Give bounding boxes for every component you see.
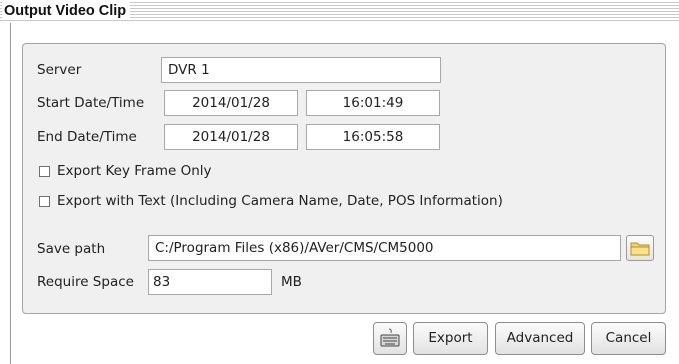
require-space-unit: MB [281, 274, 302, 290]
export-with-text-checkbox[interactable] [39, 196, 50, 207]
title-bar: Output Video Clip [0, 0, 679, 22]
server-field[interactable]: DVR 1 [161, 57, 441, 83]
window-title: Output Video Clip [2, 2, 131, 20]
browse-folder-button[interactable] [626, 235, 654, 261]
keyboard-icon [380, 328, 400, 347]
require-space-field[interactable]: 83 [148, 269, 272, 295]
folder-icon [630, 242, 650, 256]
key-frame-checkbox[interactable] [39, 166, 50, 177]
advanced-button[interactable]: Advanced [495, 322, 585, 355]
start-datetime-label: Start Date/Time [37, 95, 145, 111]
cancel-button[interactable]: Cancel [591, 322, 666, 355]
export-button[interactable]: Export [413, 322, 488, 355]
end-time-field[interactable]: 16:05:58 [306, 124, 440, 150]
require-space-label: Require Space [37, 274, 134, 290]
key-frame-label[interactable]: Export Key Frame Only [57, 162, 212, 180]
export-with-text-label[interactable]: Export with Text (Including Camera Name,… [57, 192, 503, 210]
server-label: Server [37, 62, 82, 78]
keyboard-button[interactable] [373, 322, 407, 355]
save-path-field[interactable]: C:/Program Files (x86)/AVer/CMS/CM5000 [148, 235, 621, 261]
end-date-field[interactable]: 2014/01/28 [164, 124, 298, 150]
save-path-label: Save path [37, 241, 106, 257]
start-date-field[interactable]: 2014/01/28 [164, 90, 298, 116]
end-datetime-label: End Date/Time [37, 129, 137, 145]
start-time-field[interactable]: 16:01:49 [306, 90, 440, 116]
